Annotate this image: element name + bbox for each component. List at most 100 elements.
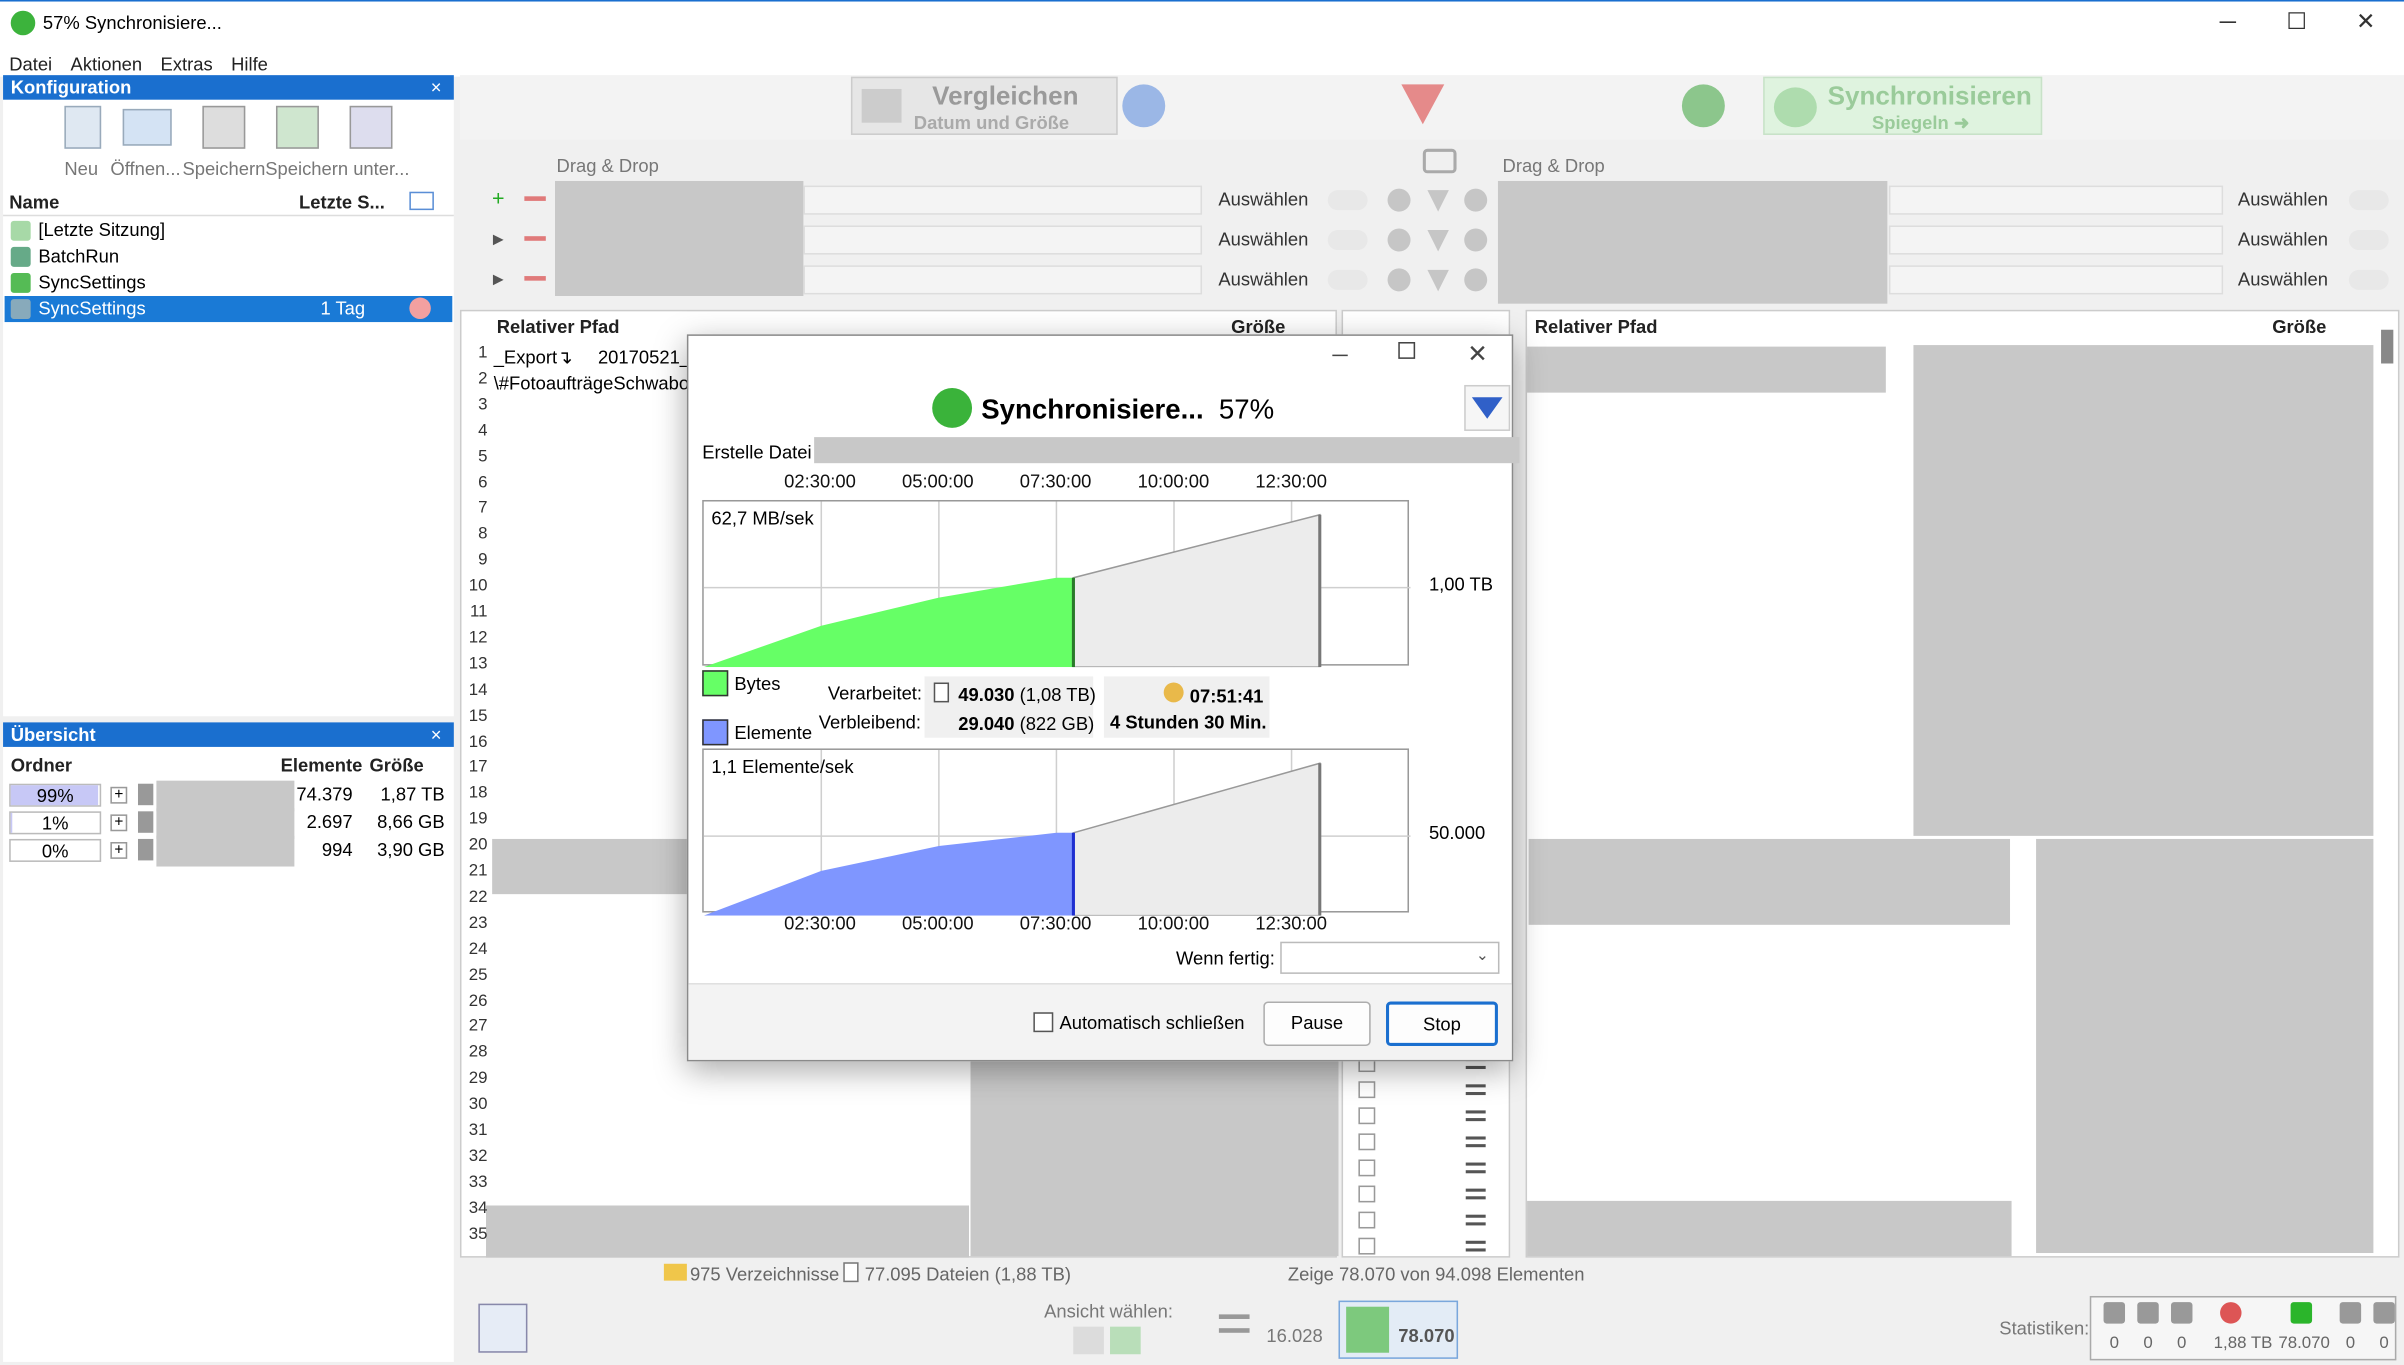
- close-icon[interactable]: ×: [431, 75, 442, 100]
- cloud-icon[interactable]: [1327, 230, 1368, 250]
- scrollbar-thumb[interactable]: [2381, 329, 2394, 364]
- new-button-label[interactable]: Neu: [64, 158, 98, 179]
- col-folder[interactable]: Ordner: [11, 755, 72, 776]
- filter-icon[interactable]: [1427, 269, 1449, 292]
- left-path-input[interactable]: [803, 185, 1203, 215]
- save-sync-icon[interactable]: [275, 105, 319, 149]
- col-relative-path[interactable]: Relativer Pfad: [1535, 316, 1658, 337]
- dialog-maximize-button[interactable]: [1398, 342, 1416, 359]
- create-filter-button[interactable]: 78.070: [1338, 1300, 1459, 1359]
- synchronize-button[interactable]: Synchronisieren Spiegeln ➜: [1763, 76, 2043, 135]
- filter-icon[interactable]: [1427, 230, 1449, 252]
- row-checkbox[interactable]: [1358, 1159, 1376, 1177]
- select-left-folder-button[interactable]: Auswählen: [1210, 229, 1317, 250]
- config-item[interactable]: SyncSettings: [5, 270, 453, 296]
- left-path-input[interactable]: [803, 265, 1203, 295]
- row-checkbox[interactable]: [1358, 1211, 1376, 1229]
- gear-icon[interactable]: [1387, 268, 1411, 292]
- save-icon[interactable]: [202, 105, 246, 149]
- auto-close-checkbox[interactable]: [1033, 1012, 1054, 1033]
- gear-icon[interactable]: [1464, 268, 1488, 292]
- minimize-to-tray-button[interactable]: [1464, 384, 1511, 431]
- dialog-minimize-button[interactable]: ─: [1332, 342, 1347, 367]
- col-size[interactable]: Größe: [2272, 316, 2326, 337]
- row-checkbox[interactable]: [1358, 1237, 1376, 1255]
- row-checkbox[interactable]: [1358, 1133, 1376, 1151]
- row-path[interactable]: \#FotoaufträgeSchwabo\: [494, 373, 694, 394]
- when-done-select[interactable]: ⌄: [1280, 941, 1500, 974]
- cloud-icon[interactable]: [1327, 190, 1368, 211]
- select-left-folder-button[interactable]: Auswählen: [1210, 268, 1317, 289]
- new-file-icon[interactable]: [64, 105, 102, 149]
- remove-pair-icon[interactable]: [524, 276, 546, 281]
- cloud-icon[interactable]: [2348, 269, 2389, 290]
- cloud-icon[interactable]: [1327, 269, 1368, 290]
- maximize-button[interactable]: ☐: [2261, 2, 2332, 48]
- select-right-folder-button[interactable]: Auswählen: [2229, 268, 2336, 289]
- col-elements[interactable]: Elemente: [281, 755, 363, 776]
- row-checkbox[interactable]: [1358, 1185, 1376, 1203]
- expand-icon[interactable]: +: [110, 842, 128, 859]
- close-button[interactable]: ✕: [2330, 2, 2401, 48]
- equal-icon[interactable]: [1218, 1314, 1250, 1333]
- gear-icon[interactable]: [1464, 188, 1488, 212]
- row-export-folder[interactable]: _Export↴: [494, 347, 573, 368]
- save-as-icon[interactable]: [349, 105, 393, 149]
- col-name[interactable]: Name: [9, 192, 59, 213]
- row-checkbox[interactable]: [1358, 1081, 1376, 1099]
- menu-hilfe[interactable]: Hilfe: [222, 51, 277, 79]
- save-as-button-label[interactable]: Speichern unter...: [265, 158, 409, 179]
- remove-pair-icon[interactable]: [524, 196, 546, 201]
- swap-sides-icon[interactable]: [1422, 148, 1457, 174]
- gear-icon[interactable]: [1387, 188, 1411, 212]
- sync-settings-gear-icon[interactable]: [1681, 84, 1725, 128]
- expand-pair-icon[interactable]: ▸: [488, 267, 509, 289]
- expand-icon[interactable]: +: [110, 786, 128, 804]
- col-last-sync[interactable]: Letzte S...: [299, 192, 385, 213]
- minimize-button[interactable]: ─: [2192, 2, 2263, 48]
- remove-pair-icon[interactable]: [524, 236, 546, 241]
- menu-extras[interactable]: Extras: [151, 51, 222, 79]
- row-number: 8: [478, 524, 488, 544]
- row-checkbox[interactable]: [1358, 1107, 1376, 1125]
- open-folder-icon[interactable]: [122, 108, 172, 146]
- sync-mode-icon[interactable]: [1110, 1326, 1141, 1355]
- expand-pair-icon[interactable]: ▸: [488, 227, 509, 250]
- compare-button[interactable]: Vergleichen Datum und Größe: [850, 76, 1118, 135]
- open-button-label[interactable]: Öffnen...: [110, 158, 180, 179]
- filter-icon[interactable]: [1427, 190, 1449, 212]
- config-item[interactable]: BatchRun: [5, 244, 453, 270]
- add-pair-icon[interactable]: +: [488, 187, 509, 210]
- col-relative-path[interactable]: Relativer Pfad: [497, 316, 620, 337]
- config-item-selected[interactable]: SyncSettings 1 Tag: [4, 296, 453, 323]
- dialog-close-button[interactable]: ✕: [1467, 339, 1488, 370]
- cloud-icon[interactable]: [2348, 190, 2389, 211]
- expand-icon[interactable]: +: [110, 814, 128, 832]
- save-button-label[interactable]: Speichern: [182, 158, 265, 179]
- gear-icon[interactable]: [1387, 228, 1411, 252]
- gear-icon[interactable]: [1464, 228, 1488, 252]
- remove-icon[interactable]: [409, 297, 431, 320]
- menu-datei[interactable]: Datei: [0, 51, 61, 79]
- select-right-folder-button[interactable]: Auswählen: [2229, 229, 2336, 250]
- filter-icon[interactable]: [1401, 84, 1445, 125]
- view-mode-icon[interactable]: [1073, 1326, 1104, 1355]
- config-item[interactable]: [Letzte Sitzung]: [5, 218, 453, 244]
- list-view-icon[interactable]: [409, 191, 434, 211]
- col-size[interactable]: Größe: [370, 755, 424, 776]
- pause-button[interactable]: Pause: [1263, 1001, 1371, 1046]
- left-path-input[interactable]: [803, 225, 1203, 255]
- compare-settings-gear-icon[interactable]: [1122, 84, 1166, 128]
- close-icon[interactable]: ×: [431, 722, 442, 747]
- stop-button[interactable]: Stop: [1386, 1001, 1498, 1046]
- right-path-input[interactable]: [1888, 265, 2224, 295]
- config-list-header: Name Letzte S...: [3, 189, 454, 217]
- right-path-input[interactable]: [1888, 225, 2224, 255]
- right-path-input[interactable]: [1888, 185, 2224, 215]
- cloud-icon[interactable]: [2348, 230, 2389, 250]
- overview-toggle-icon[interactable]: [478, 1303, 528, 1353]
- select-right-folder-button[interactable]: Auswählen: [2229, 189, 2336, 210]
- auto-close-label[interactable]: Automatisch schließen: [1059, 1012, 1244, 1033]
- menu-aktionen[interactable]: Aktionen: [61, 51, 151, 79]
- select-left-folder-button[interactable]: Auswählen: [1210, 189, 1317, 210]
